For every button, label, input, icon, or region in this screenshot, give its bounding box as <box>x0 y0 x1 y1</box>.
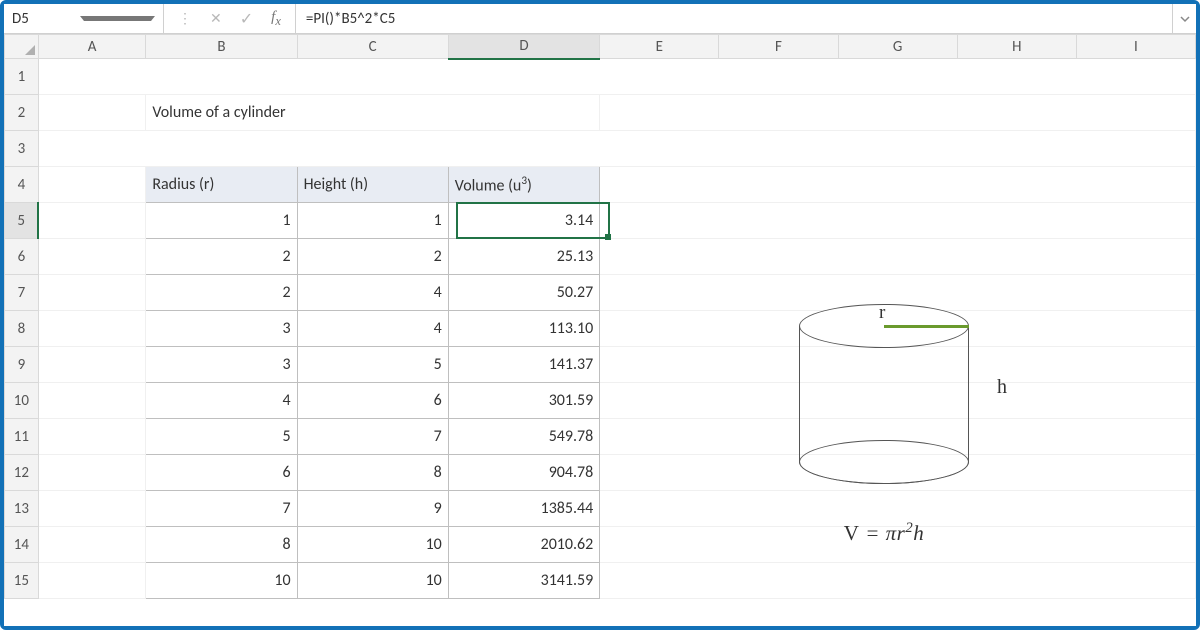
row-header[interactable]: 12 <box>5 455 39 491</box>
column-header-row: A B C D E F G H I <box>5 35 1196 59</box>
select-all-corner[interactable] <box>5 35 39 59</box>
table-row: 11 5 7 549.78 <box>5 419 1196 455</box>
cell[interactable]: 3 <box>146 347 297 383</box>
row-header[interactable]: 14 <box>5 527 39 563</box>
table-row: 15 10 10 3141.59 <box>5 563 1196 599</box>
formula-input[interactable]: =PI()*B5^2*C5 <box>296 10 1172 28</box>
row: 1 <box>5 59 1196 95</box>
cell[interactable]: 3.14 <box>448 203 600 239</box>
row-header[interactable]: 4 <box>5 167 39 203</box>
row-header[interactable]: 3 <box>5 131 39 167</box>
cancel-icon[interactable]: ✕ <box>210 10 222 27</box>
cell[interactable]: 6 <box>297 383 448 419</box>
row-header[interactable]: 2 <box>5 95 39 131</box>
table-row: 12 6 8 904.78 <box>5 455 1196 491</box>
col-header[interactable]: E <box>600 35 719 59</box>
row: 4 Radius (r) Height (h) Volume (u3) <box>5 167 1196 203</box>
table-row: 14 8 10 2010.62 <box>5 527 1196 563</box>
table-row: 7 2 4 50.27 <box>5 275 1196 311</box>
cell[interactable]: 2 <box>146 239 297 275</box>
table-row: 10 4 6 301.59 <box>5 383 1196 419</box>
row: 2 Volume of a cylinder <box>5 95 1196 131</box>
spreadsheet-grid[interactable]: A B C D E F G H I 1 2 <box>4 34 1196 626</box>
grip-icon: ⋮ <box>178 10 192 27</box>
enter-icon[interactable]: ✓ <box>240 9 253 29</box>
cell[interactable]: 10 <box>297 527 448 563</box>
table-header-height[interactable]: Height (h) <box>297 167 448 203</box>
row-header[interactable]: 5 <box>5 203 39 239</box>
cell[interactable]: 1 <box>297 203 448 239</box>
table-header-volume[interactable]: Volume (u3) <box>448 167 600 203</box>
name-box-value: D5 <box>12 10 80 28</box>
cell[interactable]: 8 <box>146 527 297 563</box>
cell[interactable]: 141.37 <box>448 347 600 383</box>
cell[interactable]: 2 <box>297 239 448 275</box>
cell[interactable]: 2010.62 <box>448 527 600 563</box>
col-header[interactable]: H <box>957 35 1076 59</box>
col-header[interactable]: B <box>146 35 297 59</box>
table-row: 8 3 4 113.10 <box>5 311 1196 347</box>
table-row: 6 2 2 25.13 <box>5 239 1196 275</box>
table-row: 13 7 9 1385.44 <box>5 491 1196 527</box>
row-header[interactable]: 7 <box>5 275 39 311</box>
col-header[interactable]: G <box>838 35 957 59</box>
sheet-table: A B C D E F G H I 1 2 <box>4 34 1196 599</box>
row-header[interactable]: 9 <box>5 347 39 383</box>
cell[interactable]: 3141.59 <box>448 563 600 599</box>
cell[interactable]: 4 <box>146 383 297 419</box>
cell[interactable]: 7 <box>297 419 448 455</box>
col-header[interactable]: I <box>1076 35 1195 59</box>
cell[interactable]: 5 <box>146 419 297 455</box>
cell[interactable]: 3 <box>146 311 297 347</box>
formula-bar-controls: ⋮ ✕ ✓ fx <box>164 4 296 33</box>
col-header[interactable]: F <box>719 35 838 59</box>
cell[interactable]: 904.78 <box>448 455 600 491</box>
row-header[interactable]: 6 <box>5 239 39 275</box>
col-header[interactable]: C <box>297 35 448 59</box>
col-header[interactable]: D <box>448 35 600 59</box>
name-box[interactable]: D5 <box>4 4 164 33</box>
cell[interactable]: 50.27 <box>448 275 600 311</box>
table-row: 9 3 5 141.37 <box>5 347 1196 383</box>
cell[interactable]: 301.59 <box>448 383 600 419</box>
cell[interactable]: 9 <box>297 491 448 527</box>
cell[interactable]: 7 <box>146 491 297 527</box>
cell[interactable]: 113.10 <box>448 311 600 347</box>
chevron-down-icon[interactable] <box>80 16 156 21</box>
page-title: Volume of a cylinder <box>146 95 600 131</box>
cell[interactable]: 25.13 <box>448 239 600 275</box>
row-header[interactable]: 15 <box>5 563 39 599</box>
row-header[interactable]: 8 <box>5 311 39 347</box>
cylinder-diagram: r h V = πr2h <box>774 304 994 546</box>
cell[interactable]: 549.78 <box>448 419 600 455</box>
volume-formula: V = πr2h <box>774 520 994 546</box>
row: 3 <box>5 131 1196 167</box>
fx-icon[interactable]: fx <box>271 9 281 29</box>
height-label: h <box>997 376 1007 399</box>
cell[interactable]: 4 <box>297 311 448 347</box>
cell[interactable]: 6 <box>146 455 297 491</box>
table-header-radius[interactable]: Radius (r) <box>146 167 297 203</box>
row-header[interactable]: 13 <box>5 491 39 527</box>
cell[interactable]: 10 <box>146 563 297 599</box>
row-header[interactable]: 10 <box>5 383 39 419</box>
app-window: D5 ⋮ ✕ ✓ fx =PI()*B5^2*C5 A B <box>0 0 1200 630</box>
radius-label: r <box>879 302 885 324</box>
cell[interactable]: 5 <box>297 347 448 383</box>
formula-bar: D5 ⋮ ✕ ✓ fx =PI()*B5^2*C5 <box>4 4 1196 34</box>
cell[interactable]: 1385.44 <box>448 491 600 527</box>
row-header[interactable]: 1 <box>5 59 39 95</box>
col-header[interactable]: A <box>38 35 146 59</box>
cell[interactable]: 1 <box>146 203 297 239</box>
table-row: 5 1 1 3.14 <box>5 203 1196 239</box>
expand-formula-bar-icon[interactable] <box>1172 4 1196 33</box>
cell[interactable]: 10 <box>297 563 448 599</box>
cylinder-shape: r h <box>799 304 969 484</box>
radius-line <box>884 325 969 328</box>
cell[interactable]: 8 <box>297 455 448 491</box>
row-header[interactable]: 11 <box>5 419 39 455</box>
cell[interactable]: 2 <box>146 275 297 311</box>
cell[interactable]: 4 <box>297 275 448 311</box>
